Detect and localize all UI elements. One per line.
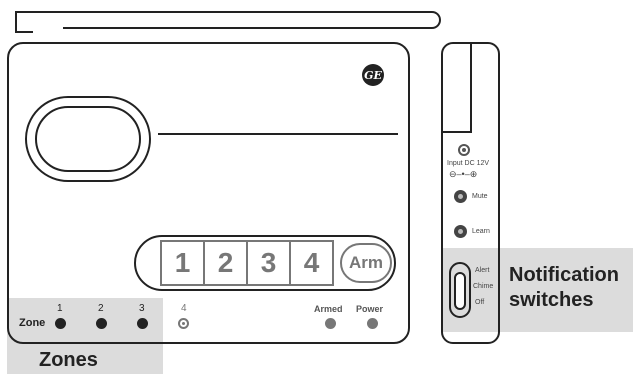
mute-label: Mute (472, 193, 488, 200)
arm-button[interactable]: Arm (340, 243, 392, 283)
zones-callout: Zones (39, 349, 98, 371)
zone-number-1: 1 (57, 303, 63, 314)
zone-2-led (96, 318, 107, 329)
input-label: Input DC 12V (447, 160, 490, 167)
key-1[interactable]: 1 (162, 242, 205, 284)
ge-logo: GE (362, 64, 384, 86)
zone-4-led (178, 318, 189, 329)
mute-button[interactable] (454, 190, 467, 203)
power-led (367, 318, 378, 329)
zone-3-led (137, 318, 148, 329)
power-label: Power (356, 304, 384, 314)
zone-number-3: 3 (139, 303, 145, 314)
base-unit (7, 42, 410, 344)
key-2[interactable]: 2 (205, 242, 248, 284)
notification-callout-line1: Notification (509, 264, 619, 286)
key-3[interactable]: 3 (248, 242, 291, 284)
switch-chime-label: Chime (473, 283, 494, 290)
divider-line (158, 133, 398, 135)
armed-label: Armed (314, 304, 343, 314)
polarity-label: ⊖–•–⊕ (449, 169, 478, 179)
notification-switch[interactable] (454, 272, 466, 310)
dc-input-jack[interactable] (458, 144, 470, 156)
zone-label: Zone (19, 317, 46, 329)
zone-1-led (55, 318, 66, 329)
number-keys: 1 2 3 4 (160, 240, 334, 286)
zone-number-2: 2 (98, 303, 104, 314)
speaker-inner (35, 106, 141, 172)
key-4[interactable]: 4 (291, 242, 332, 284)
switch-alert-label: Alert (475, 267, 490, 274)
notification-callout-line2: switches (509, 289, 594, 311)
switch-off-label: Off (475, 299, 485, 306)
armed-led (325, 318, 336, 329)
zone-number-4: 4 (181, 303, 187, 314)
learn-label: Learn (472, 228, 490, 235)
learn-button[interactable] (454, 225, 467, 238)
mounting-rail (15, 11, 441, 29)
